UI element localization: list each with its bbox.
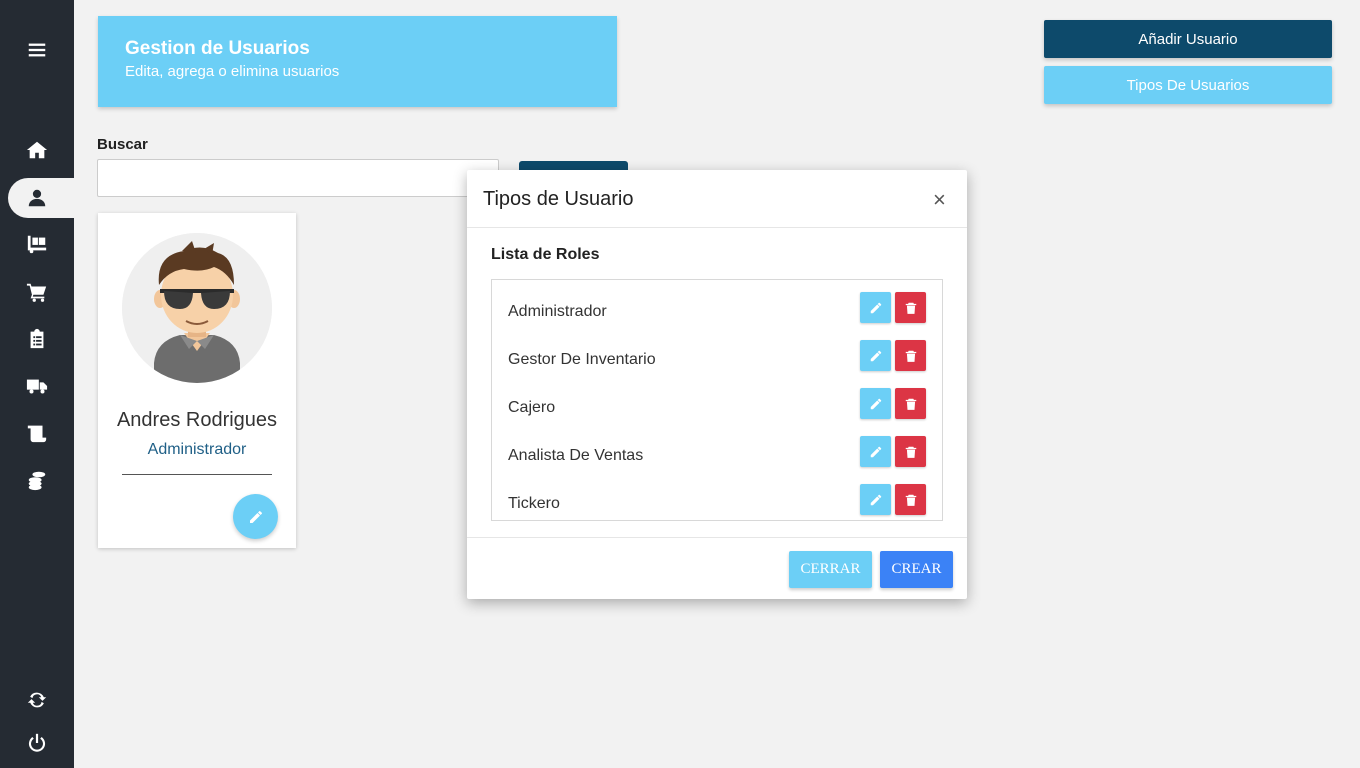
user-name: Andres Rodrigues: [116, 409, 278, 431]
menu-icon[interactable]: [0, 30, 74, 70]
roles-list-title: Lista de Roles: [491, 246, 600, 263]
modal-footer: CERRAR CREAR: [467, 537, 967, 599]
trash-icon: [905, 398, 916, 410]
user-card: Andres Rodrigues Administrador: [98, 213, 296, 548]
cart-icon[interactable]: [0, 272, 74, 312]
role-name: Cajero: [508, 399, 556, 416]
role-name: Analista De Ventas: [508, 447, 644, 464]
create-button[interactable]: CREAR: [880, 551, 953, 588]
trash-icon: [905, 446, 916, 458]
trash-icon: [905, 350, 916, 362]
delete-role-button[interactable]: [895, 340, 926, 371]
edit-role-button[interactable]: [860, 436, 891, 467]
pencil-icon: [870, 302, 881, 313]
add-user-button[interactable]: Añadir Usuario: [1044, 20, 1332, 58]
delete-role-button[interactable]: [895, 292, 926, 323]
divider: [122, 474, 272, 475]
search-input[interactable]: [97, 159, 499, 197]
sidebar: [0, 0, 78, 768]
dolly-icon[interactable]: [0, 224, 74, 264]
role-name: Administrador: [508, 303, 607, 320]
role-name: Gestor De Inventario: [508, 351, 656, 368]
close-icon[interactable]: ×: [933, 187, 946, 213]
scroll-icon[interactable]: [0, 413, 74, 453]
page-title: Gestion de Usuarios: [125, 38, 310, 59]
list-item: Cajero: [492, 380, 942, 428]
trash-icon: [905, 494, 916, 506]
pencil-icon: [249, 510, 262, 523]
delete-role-button[interactable]: [895, 436, 926, 467]
user-icon: [28, 189, 46, 207]
search-label: Buscar: [97, 136, 148, 153]
list-item: Gestor De Inventario: [492, 332, 942, 380]
page-header-banner: Gestion de Usuarios Edita, agrega o elim…: [98, 16, 617, 107]
modal-title: Tipos de Usuario: [483, 188, 634, 210]
edit-role-button[interactable]: [860, 340, 891, 371]
edit-user-button[interactable]: [233, 494, 278, 539]
role-name: Tickero: [508, 495, 560, 512]
close-button[interactable]: CERRAR: [789, 551, 872, 588]
edit-role-button[interactable]: [860, 292, 891, 323]
pencil-icon: [870, 446, 881, 457]
pencil-icon: [870, 494, 881, 505]
power-icon[interactable]: [0, 723, 74, 763]
list-item: Analista De Ventas: [492, 428, 942, 476]
modal-header: Tipos de Usuario ×: [467, 170, 967, 228]
avatar: [122, 233, 272, 383]
roles-list: Administrador Gestor De Inventario Cajer…: [491, 279, 943, 521]
coins-icon[interactable]: [0, 460, 74, 500]
delete-role-button[interactable]: [895, 484, 926, 515]
edit-role-button[interactable]: [860, 484, 891, 515]
trash-icon: [905, 302, 916, 314]
edit-role-button[interactable]: [860, 388, 891, 419]
user-role: Administrador: [147, 441, 247, 458]
list-item: Administrador: [492, 284, 942, 332]
page-subtitle: Edita, agrega o elimina usuarios: [125, 63, 340, 80]
pencil-icon: [870, 350, 881, 361]
home-icon[interactable]: [0, 130, 74, 170]
sidebar-item-users[interactable]: [8, 178, 78, 218]
list-item: Tickero: [492, 476, 942, 524]
user-types-button[interactable]: Tipos De Usuarios: [1044, 66, 1332, 104]
pencil-icon: [870, 398, 881, 409]
clipboard-icon[interactable]: [0, 319, 74, 359]
user-types-modal: Tipos de Usuario × Lista de Roles Admini…: [467, 170, 967, 599]
delete-role-button[interactable]: [895, 388, 926, 419]
sync-icon[interactable]: [0, 680, 74, 720]
truck-icon[interactable]: [0, 366, 74, 406]
